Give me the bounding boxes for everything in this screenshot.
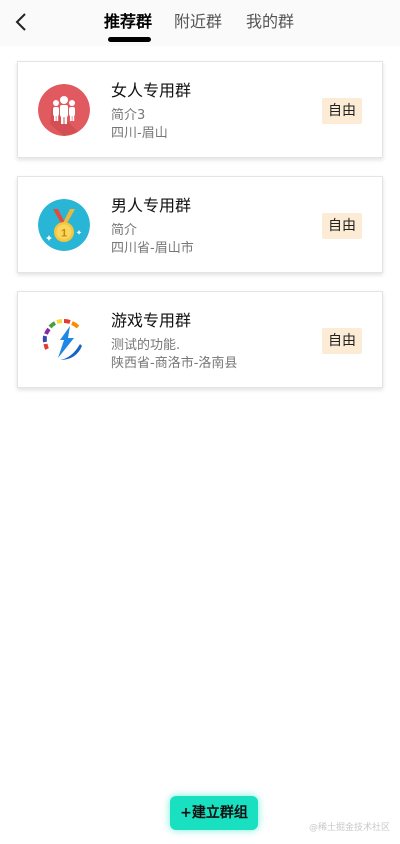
tab-recommended[interactable]: 推荐群 [104,10,152,34]
group-location: 四川-眉山 [111,126,168,141]
group-location: 四川省-眉山市 [111,241,194,256]
medal-icon: 1 [38,199,90,251]
group-name: 游戏专用群 [111,311,192,330]
group-intro: 简介 [111,223,138,238]
group-card[interactable]: 游戏专用群 测试的功能. 陕西省-商洛市-洛南县 自由 [17,291,383,388]
status-badge: 自由 [322,213,362,239]
group-card[interactable]: 1 男人专用群 简介 四川省-眉山市 自由 [17,176,383,273]
top-nav-bar: 推荐群 附近群 我的群 [0,0,400,46]
tab-my-groups[interactable]: 我的群 [246,10,294,34]
group-card[interactable]: 女人专用群 简介3 四川-眉山 自由 [17,61,383,158]
group-location: 陕西省-商洛市-洛南县 [111,356,238,371]
lightning-logo-icon [38,314,90,366]
active-tab-indicator [108,37,151,42]
group-intro: 简介3 [111,108,146,123]
watermark: @稀土掘金技术社区 [308,823,390,833]
create-group-button[interactable]: +建立群组 [170,796,258,830]
svg-text:1: 1 [61,228,67,240]
people-group-icon [38,84,90,136]
group-intro: 测试的功能. [111,338,181,353]
status-badge: 自由 [322,98,362,124]
tab-nearby[interactable]: 附近群 [174,10,222,34]
status-badge: 自由 [322,328,362,354]
chevron-left-icon[interactable] [12,10,32,34]
group-name: 男人专用群 [111,196,192,215]
group-name: 女人专用群 [111,81,192,100]
